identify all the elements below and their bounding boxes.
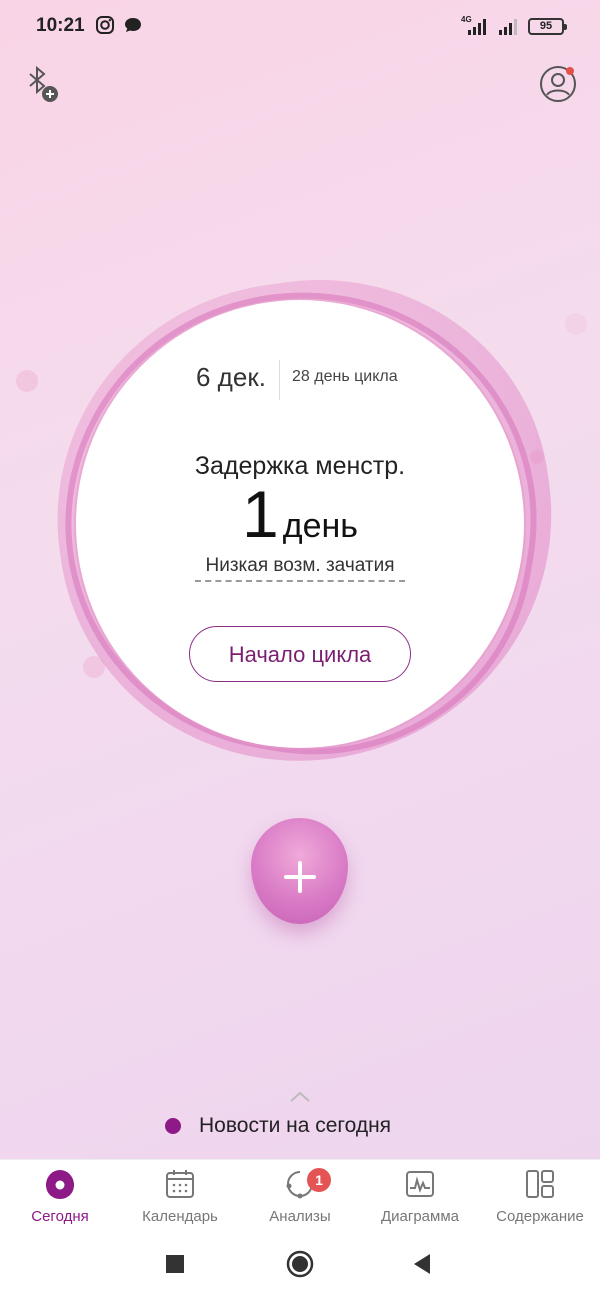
news-label: Новости на сегодня — [199, 1114, 392, 1137]
current-date: 6 дек. — [196, 362, 266, 392]
analysis-badge: 1 — [307, 1168, 331, 1192]
status-bar: 10:21 4G 95 — [0, 0, 600, 52]
battery-indicator: 95 — [528, 18, 567, 35]
home-icon[interactable] — [285, 1249, 315, 1279]
bluetooth-add-button[interactable] — [22, 64, 62, 104]
date-row: 6 дек. 28 день цикла — [76, 360, 524, 400]
profile-icon — [540, 66, 576, 102]
nav-analysis-label: Анализы — [269, 1208, 331, 1225]
signal-2-icon — [499, 19, 517, 35]
news-dot-icon — [165, 1118, 181, 1134]
decorative-bubble — [565, 313, 587, 335]
message-icon — [125, 18, 141, 32]
signal-icon — [468, 19, 486, 35]
back-icon[interactable] — [408, 1249, 438, 1279]
nav-today-label: Сегодня — [31, 1208, 89, 1225]
nav-content[interactable]: Содержание — [480, 1160, 600, 1230]
recent-apps-icon[interactable] — [160, 1249, 190, 1279]
status-time: 10:21 — [36, 15, 85, 36]
chart-icon — [406, 1171, 434, 1197]
decorative-bubble — [16, 370, 38, 392]
nav-calendar-label: Календарь — [142, 1208, 218, 1225]
system-nav-bar — [0, 1229, 600, 1299]
nav-content-label: Содержание — [496, 1208, 584, 1225]
nav-analysis[interactable]: 1 Анализы — [240, 1160, 360, 1230]
nav-today[interactable]: Сегодня — [0, 1160, 120, 1230]
bottom-nav: Сегодня Календарь 1 Анализы Диаграмма Со… — [0, 1159, 600, 1229]
calendar-icon — [166, 1170, 194, 1198]
today-icon — [46, 1170, 74, 1199]
delay-days-number: 1 — [242, 477, 279, 551]
nav-chart-label: Диаграмма — [380, 1208, 459, 1225]
cycle-day: 28 день цикла — [292, 368, 398, 385]
nav-calendar[interactable]: Календарь — [120, 1160, 240, 1230]
profile-button[interactable] — [538, 64, 578, 104]
date-divider — [279, 360, 280, 400]
fertility-status[interactable]: Низкая возм. зачатия — [195, 555, 405, 582]
delay-days-unit: день — [282, 507, 358, 545]
bluetooth-add-icon — [29, 65, 58, 102]
chevron-up-icon[interactable] — [288, 1088, 312, 1104]
nav-chart[interactable]: Диаграмма — [360, 1160, 480, 1230]
start-cycle-button[interactable]: Начало цикла — [189, 626, 411, 682]
add-entry-button[interactable] — [251, 818, 348, 924]
delay-days: 1 день — [76, 476, 524, 552]
instagram-icon — [96, 16, 114, 34]
content-icon — [526, 1170, 554, 1198]
cycle-circle[interactable]: 6 дек. 28 день цикла Задержка менстр. 1д… — [76, 300, 524, 748]
